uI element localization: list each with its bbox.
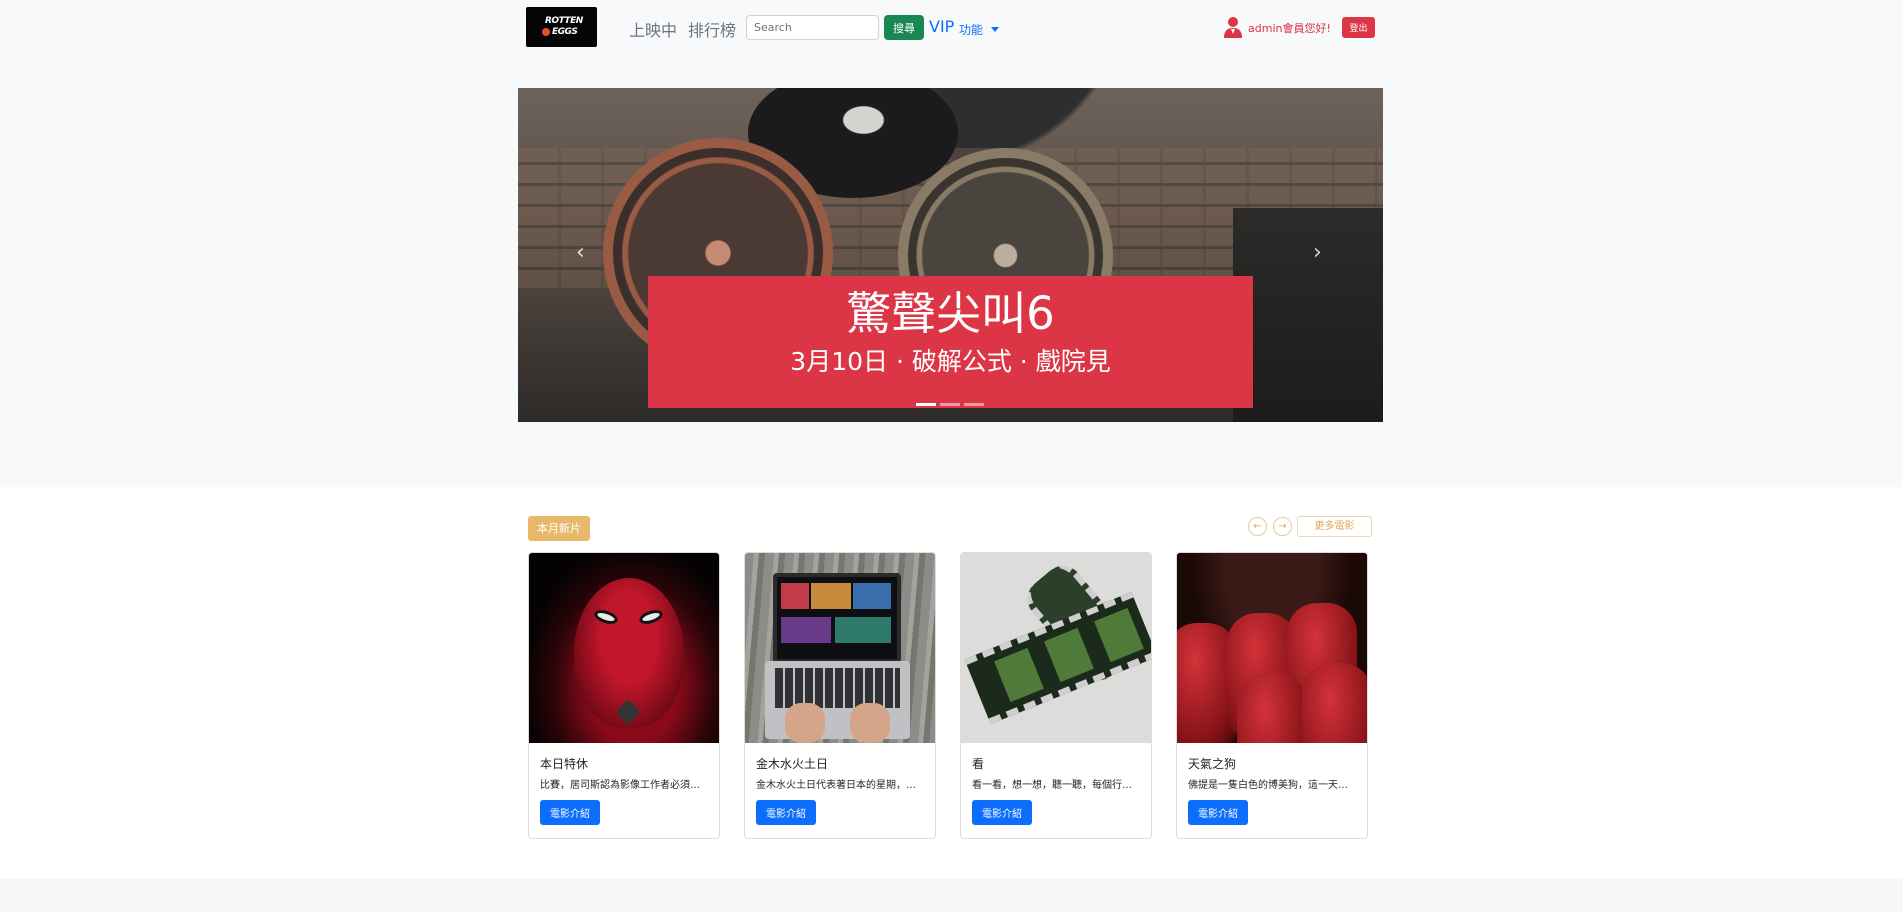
carousel-title: 驚聲尖叫6: [846, 287, 1055, 340]
new-releases-badge: 本月新片: [528, 516, 590, 541]
movie-intro-button[interactable]: 電影介紹: [1188, 800, 1248, 825]
logo-text-top: ROTTEN: [545, 16, 583, 26]
movie-description: 比賽，居司斯認為影像工作者必須…: [540, 780, 700, 791]
feature-dropdown-label: 功能: [959, 23, 984, 37]
movie-title: 天氣之狗: [1188, 757, 1237, 771]
nav-link-ranking[interactable]: 排行榜: [688, 17, 736, 41]
user-greeting: admin會員您好!: [1248, 22, 1331, 35]
feature-dropdown[interactable]: 功能: [959, 21, 1000, 38]
arrow-right-icon[interactable]: →: [1273, 517, 1292, 536]
movie-intro-button[interactable]: 電影介紹: [540, 800, 600, 825]
logo-text-bottom: EGGS: [552, 27, 578, 37]
footer-band: [0, 879, 1903, 912]
chevron-left-icon[interactable]: ‹: [576, 240, 585, 265]
user-icon: [1224, 17, 1242, 38]
arrow-left-icon[interactable]: ←: [1248, 517, 1267, 536]
egg-icon: [542, 28, 550, 36]
search-button[interactable]: 搜尋: [884, 15, 924, 40]
movie-intro-button[interactable]: 電影介紹: [756, 800, 816, 825]
hero-carousel: ‹ › 驚聲尖叫6 3月10日 · 破解公式 · 戲院見: [518, 88, 1383, 422]
movie-title: 本日特休: [540, 757, 589, 771]
chevron-right-icon[interactable]: ›: [1313, 240, 1322, 265]
vip-link[interactable]: VIP: [929, 17, 954, 36]
movie-intro-button[interactable]: 電影介紹: [972, 800, 1032, 825]
new-releases-section: 本月新片 ← → 更多電影 本日特休 比賽，居司斯認為影像工作者必須… 電影介紹: [0, 487, 1903, 879]
carousel-indicators: [916, 403, 984, 406]
logout-button[interactable]: 登出: [1342, 17, 1375, 38]
search-input[interactable]: [746, 15, 879, 40]
movie-title: 金木水火土日: [756, 757, 829, 771]
carousel-indicator[interactable]: [964, 403, 984, 406]
more-movies-button[interactable]: 更多電影: [1297, 516, 1372, 537]
movie-card: 天氣之狗 佛提是一隻白色的博美狗，這一天… 電影介紹: [1176, 552, 1368, 839]
carousel-indicator[interactable]: [940, 403, 960, 406]
movie-poster[interactable]: [1177, 553, 1367, 743]
projector: [1233, 208, 1383, 422]
movie-card: 本日特休 比賽，居司斯認為影像工作者必須… 電影介紹: [528, 552, 720, 839]
carousel-caption: 驚聲尖叫6 3月10日 · 破解公式 · 戲院見: [648, 276, 1253, 408]
movie-card: 金木水火土日 金木水火土日代表著日本的星期，… 電影介紹: [744, 552, 936, 839]
movie-poster[interactable]: [745, 553, 935, 743]
movie-poster[interactable]: [529, 553, 719, 743]
navbar: ROTTEN EGGS 上映中 排行榜 搜尋 VIP 功能 admin會員您好!…: [0, 0, 1903, 56]
movie-description: 金木水火土日代表著日本的星期，…: [756, 780, 916, 791]
movie-title: 看: [972, 757, 985, 771]
carousel-indicator[interactable]: [916, 403, 936, 406]
caret-down-icon: [991, 27, 1000, 32]
movie-card: 看 看一看，想一想，聽一聽，每個行… 電影介紹: [960, 552, 1152, 839]
carousel-subtitle: 3月10日 · 破解公式 · 戲院見: [790, 347, 1111, 376]
movie-description: 佛提是一隻白色的博美狗，這一天…: [1188, 780, 1348, 791]
site-logo[interactable]: ROTTEN EGGS: [526, 7, 597, 47]
movie-description: 看一看，想一想，聽一聽，每個行…: [972, 780, 1132, 791]
nav-link-showing[interactable]: 上映中: [629, 17, 677, 41]
movie-poster[interactable]: [961, 553, 1151, 743]
